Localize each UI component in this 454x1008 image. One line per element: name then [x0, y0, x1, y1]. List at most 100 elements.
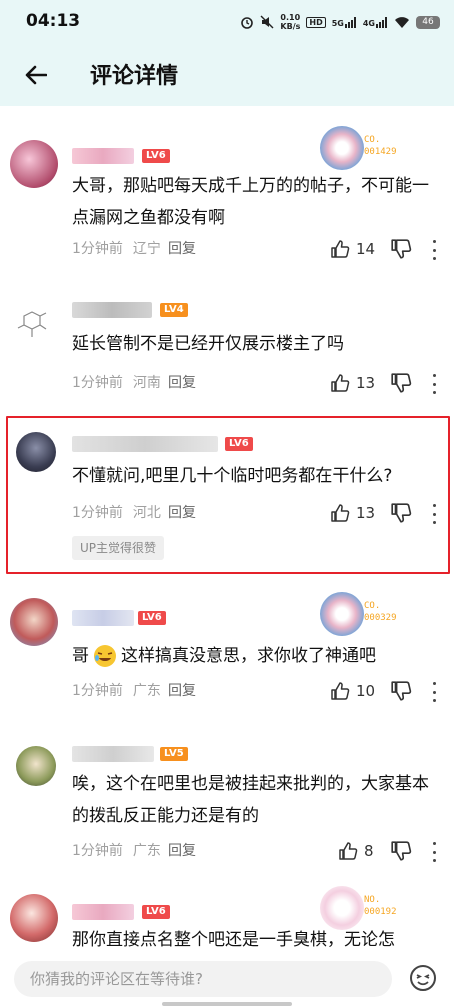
level-badge: LV6 — [142, 149, 170, 163]
comment-location: 辽宁 — [132, 241, 161, 257]
comment-meta: 1分钟前 广东 — [72, 840, 171, 860]
like-count: 14 — [356, 240, 376, 258]
fan-badge-code: CO. 000329 — [364, 601, 397, 623]
like-button[interactable]: 13 — [330, 502, 375, 524]
back-button[interactable] — [18, 57, 54, 93]
wifi-icon — [395, 16, 409, 28]
like-count: 13 — [356, 504, 376, 522]
username-blurred[interactable] — [72, 436, 218, 452]
comment-time: 1分钟前 — [72, 241, 123, 257]
comment-item: LV6 CO. 001429 大哥，那贴吧每天成千上万的的帖子，不可能一点漏网之… — [0, 110, 454, 280]
comment-text: 大哥，那贴吧每天成千上万的的帖子，不可能一点漏网之鱼都没有啊 — [72, 176, 429, 228]
fan-badge-art — [320, 592, 364, 636]
more-options-button[interactable] — [429, 504, 439, 524]
level-badge: LV5 — [160, 747, 188, 761]
level-badge: LV6 — [225, 437, 253, 451]
arrow-left-icon — [25, 65, 47, 85]
comment-time: 1分钟前 — [72, 375, 123, 391]
reply-button[interactable]: 回复 — [168, 680, 196, 700]
thumbs-down-icon[interactable] — [390, 680, 412, 702]
comment-location: 广东 — [132, 683, 161, 699]
comment-time: 1分钟前 — [72, 505, 123, 521]
reply-button[interactable]: 回复 — [168, 372, 196, 392]
comment-item: LV6 NO. 000192 那你直接点名整个吧还是一手臭棋，无论怎 — [0, 884, 454, 952]
signal-4g-label: 4G — [362, 18, 375, 28]
fan-badge: CO. 000329 — [320, 592, 436, 636]
comment-location: 河北 — [132, 505, 161, 521]
more-options-button[interactable] — [429, 682, 439, 702]
avatar[interactable] — [10, 598, 58, 646]
comment-text: 哥 这样搞真没意思，求你收了神通吧 — [72, 640, 442, 672]
comment-location: 河南 — [132, 375, 161, 391]
username-blurred[interactable] — [72, 302, 152, 318]
username-blurred[interactable] — [72, 610, 134, 626]
reply-button[interactable]: 回复 — [168, 238, 196, 258]
signal-4g: 4G — [362, 16, 388, 28]
avatar[interactable] — [16, 432, 56, 472]
fan-badge: CO. 001429 — [320, 126, 436, 170]
reply-button[interactable]: 回复 — [168, 840, 196, 860]
level-badge: LV6 — [138, 611, 166, 625]
crying-laughing-emoji-icon — [94, 645, 116, 667]
comment-text: 那你直接点名整个吧还是一手臭棋，无论怎 — [72, 930, 395, 950]
comment-meta: 1分钟前 河南 — [72, 372, 171, 392]
comment-item: LV5 唉，这个在吧里也是被挂起来批判的，大家基本的拨乱反正能力还是有的 1分钟… — [0, 734, 454, 884]
comment-item-highlighted: LV6 不懂就问,吧里几十个临时吧务都在干什么? 1分钟前 河北 回复 13 UP… — [0, 418, 454, 572]
fan-badge-art — [320, 126, 364, 170]
more-options-button[interactable] — [429, 842, 439, 862]
like-button[interactable]: 14 — [330, 238, 375, 260]
fan-badge-code: CO. 001429 — [364, 135, 397, 157]
level-badge: LV6 — [142, 905, 170, 919]
comment-input[interactable]: 你猜我的评论区在等待谁? — [14, 961, 392, 997]
more-options-button[interactable] — [429, 374, 439, 394]
signal-5g: 5G — [331, 16, 357, 28]
username-blurred[interactable] — [72, 746, 154, 762]
emoji-button-icon[interactable] — [408, 963, 438, 993]
reply-button[interactable]: 回复 — [168, 502, 196, 522]
signal-bars-icon — [376, 16, 387, 28]
header: 评论详情 — [0, 44, 454, 106]
thumbs-up-icon — [331, 240, 350, 258]
comment-text: 唉，这个在吧里也是被挂起来批判的，大家基本的拨乱反正能力还是有的 — [72, 774, 429, 826]
like-count: 8 — [364, 842, 374, 860]
battery-icon: 46 — [416, 15, 440, 29]
like-button[interactable]: 8 — [338, 840, 374, 862]
level-badge: LV4 — [160, 303, 188, 317]
thumbs-down-icon[interactable] — [390, 840, 412, 862]
network-speed-value: 0.10 — [280, 13, 301, 22]
fan-badge-code: NO. 000192 — [364, 895, 397, 917]
avatar[interactable] — [10, 300, 58, 348]
page-title: 评论详情 — [90, 64, 179, 89]
comment-time: 1分钟前 — [72, 683, 123, 699]
status-bar: 04:13 0.10 KB/s HD 5G 4G 46 — [0, 0, 454, 44]
comment-time: 1分钟前 — [72, 843, 123, 859]
comment-text-part: 这样搞真没意思，求你收了神通吧 — [121, 646, 376, 666]
thumbs-down-icon[interactable] — [390, 372, 412, 394]
like-count: 13 — [356, 374, 376, 392]
like-button[interactable]: 13 — [330, 372, 375, 394]
hd-label: HD — [306, 16, 326, 28]
thumbs-up-icon — [339, 842, 358, 860]
comment-text-part: 哥 — [72, 646, 89, 666]
comment-input-bar: 你猜我的评论区在等待谁? — [0, 952, 454, 1008]
username-blurred[interactable] — [72, 148, 134, 164]
thumbs-up-icon — [331, 682, 350, 700]
mute-icon — [260, 15, 274, 29]
signal-bars-icon — [344, 16, 356, 28]
thumbs-up-icon — [331, 504, 350, 522]
comment-text: 不懂就问,吧里几十个临时吧务都在干什么? — [72, 466, 393, 486]
status-time: 04:13 — [26, 11, 81, 31]
avatar[interactable] — [10, 894, 58, 942]
comment-location: 广东 — [132, 843, 161, 859]
avatar[interactable] — [16, 746, 56, 786]
like-button[interactable]: 10 — [330, 680, 375, 702]
home-indicator[interactable] — [162, 1002, 292, 1006]
comment-meta: 1分钟前 辽宁 — [72, 238, 171, 258]
avatar[interactable] — [10, 140, 58, 188]
more-options-button[interactable] — [429, 240, 439, 260]
signal-5g-label: 5G — [331, 18, 344, 28]
thumbs-down-icon[interactable] — [390, 502, 412, 524]
up-liked-tag: UP主觉得很赞 — [72, 536, 165, 560]
username-blurred[interactable] — [72, 904, 134, 920]
thumbs-down-icon[interactable] — [390, 238, 412, 260]
